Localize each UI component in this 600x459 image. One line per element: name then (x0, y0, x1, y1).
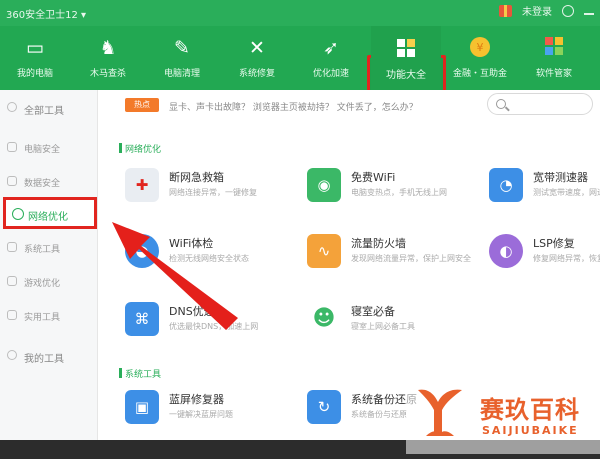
hot-topics-bar: 热点 显卡、声卡出故障？ 浏览器主页被劫持？ 文件丢了，怎么办？ (125, 94, 485, 114)
sidebar-item-game-optimize[interactable]: 游戏优化 (0, 268, 98, 294)
tab-software-manager[interactable]: 软件管家 (519, 26, 589, 90)
tool-card[interactable]: ✚ 断网急救箱 网络连接异常，一键修复 (125, 166, 295, 210)
tab-system-repair[interactable]: ✕ 系统修复 (222, 26, 292, 90)
sidebar-item-system-tools[interactable]: 系统工具 (0, 234, 98, 260)
tool-card[interactable]: ◐ LSP修复 修复网络异常，恢复上网 (489, 232, 600, 276)
speedometer-icon: ◔ (489, 168, 523, 202)
sidebar-all-tools[interactable]: 全部工具 (0, 94, 98, 120)
search-icon (496, 99, 506, 109)
login-status[interactable]: 未登录 (522, 3, 552, 18)
tab-speed-up[interactable]: ➶ 优化加速 (296, 26, 366, 90)
watermark: 赛玖百科 SAIJIUBAIKE (406, 378, 600, 454)
sidebar-item-data-security[interactable]: 数据安全 (0, 168, 98, 194)
section-system-title: 系统工具 (118, 367, 161, 380)
gear-icon (7, 242, 17, 252)
tool-card[interactable]: ⌘ DNS优选 优选最快DNS，加速上网 (125, 300, 295, 344)
app-window: 360安全卫士12 ▾ 未登录 ▭ 我的电脑 ♞ 木马查杀 ✎ 电脑清理 ✕ 系… (0, 0, 600, 440)
circle-icon (7, 350, 17, 360)
wifi-icon: ◉ (307, 168, 341, 202)
rocket-icon: ➶ (323, 37, 339, 59)
dns-icon: ⌘ (125, 302, 159, 336)
tab-trojan-scan[interactable]: ♞ 木马查杀 (73, 26, 143, 90)
apps-grid-icon (394, 36, 418, 60)
tool-card[interactable]: ◔ 宽带测速器 测试宽带速度，网速快不快 (489, 166, 600, 210)
sidebar: 全部工具 电脑安全 数据安全 系统工具 游戏优化 实用工具 我的工具 (0, 90, 98, 440)
sidebar-item-network-optimize[interactable]: 网络优化 (3, 197, 97, 229)
sidebar-item-pc-security[interactable]: 电脑安全 (0, 134, 98, 160)
lsp-repair-icon: ◐ (489, 234, 523, 268)
tab-pc-cleanup[interactable]: ✎ 电脑清理 (147, 26, 217, 90)
software-icon (542, 36, 566, 60)
title-bar: 360安全卫士12 ▾ 未登录 (0, 0, 600, 26)
first-aid-icon: ✚ (125, 168, 159, 202)
tool-card[interactable]: ◕ WiFi体检 检测无线网络安全状态 (125, 232, 295, 276)
tool-card[interactable]: ∿ 流量防火墙 发现网络流量异常，保护上网安全 (307, 232, 477, 276)
horse-icon: ♞ (99, 37, 117, 59)
whale-tail-logo (418, 389, 462, 436)
gamepad-icon (7, 276, 17, 286)
skin-icon[interactable] (562, 4, 574, 17)
svg-text:¥: ¥ (477, 41, 484, 54)
sidebar-my-tools[interactable]: 我的工具 (0, 342, 98, 368)
app-title: 360安全卫士12 ▾ (6, 10, 87, 21)
title-bar-controls: 未登录 (499, 3, 600, 18)
search-icon (7, 310, 17, 320)
sidebar-item-utilities[interactable]: 实用工具 (0, 302, 98, 328)
tab-my-computer[interactable]: ▭ 我的电脑 (0, 26, 70, 90)
tab-finance[interactable]: ¥ 金融・互助金 (445, 26, 515, 90)
tool-card[interactable]: ▣ 蓝屏修复器 一键解决蓝屏问题 (125, 388, 295, 432)
main-toolbar: ▭ 我的电脑 ♞ 木马查杀 ✎ 电脑清理 ✕ 系统修复 ➶ 优化加速 功能大全 … (0, 26, 600, 111)
broom-icon: ✎ (174, 37, 190, 59)
hot-badge: 热点 (125, 98, 159, 112)
search-input[interactable] (487, 93, 593, 115)
backup-icon: ↻ (307, 390, 341, 424)
tab-all-features[interactable]: 功能大全 (371, 26, 441, 90)
bluescreen-icon: ▣ (125, 390, 159, 424)
tool-card[interactable]: ☻ 寝室必备 寝室上网必备工具 (307, 300, 477, 344)
firewall-icon: ∿ (307, 234, 341, 268)
shield-icon (7, 176, 17, 186)
minimize-icon[interactable] (584, 12, 594, 15)
monitor-icon (7, 142, 17, 152)
dorm-icon: ☻ (307, 302, 341, 336)
section-network-title: 网络优化 (118, 142, 161, 155)
gift-icon[interactable] (499, 4, 512, 17)
leaf-icon (12, 208, 24, 220)
monitor-icon: ▭ (26, 37, 44, 59)
circle-icon (7, 102, 17, 112)
coin-icon: ¥ (468, 36, 492, 60)
wrench-icon: ✕ (249, 37, 265, 59)
tool-card[interactable]: ◉ 免费WiFi 电脑变热点，手机无线上网 (307, 166, 477, 210)
hot-links[interactable]: 显卡、声卡出故障？ 浏览器主页被劫持？ 文件丢了，怎么办？ (169, 100, 418, 113)
wifi-check-icon: ◕ (125, 234, 159, 268)
